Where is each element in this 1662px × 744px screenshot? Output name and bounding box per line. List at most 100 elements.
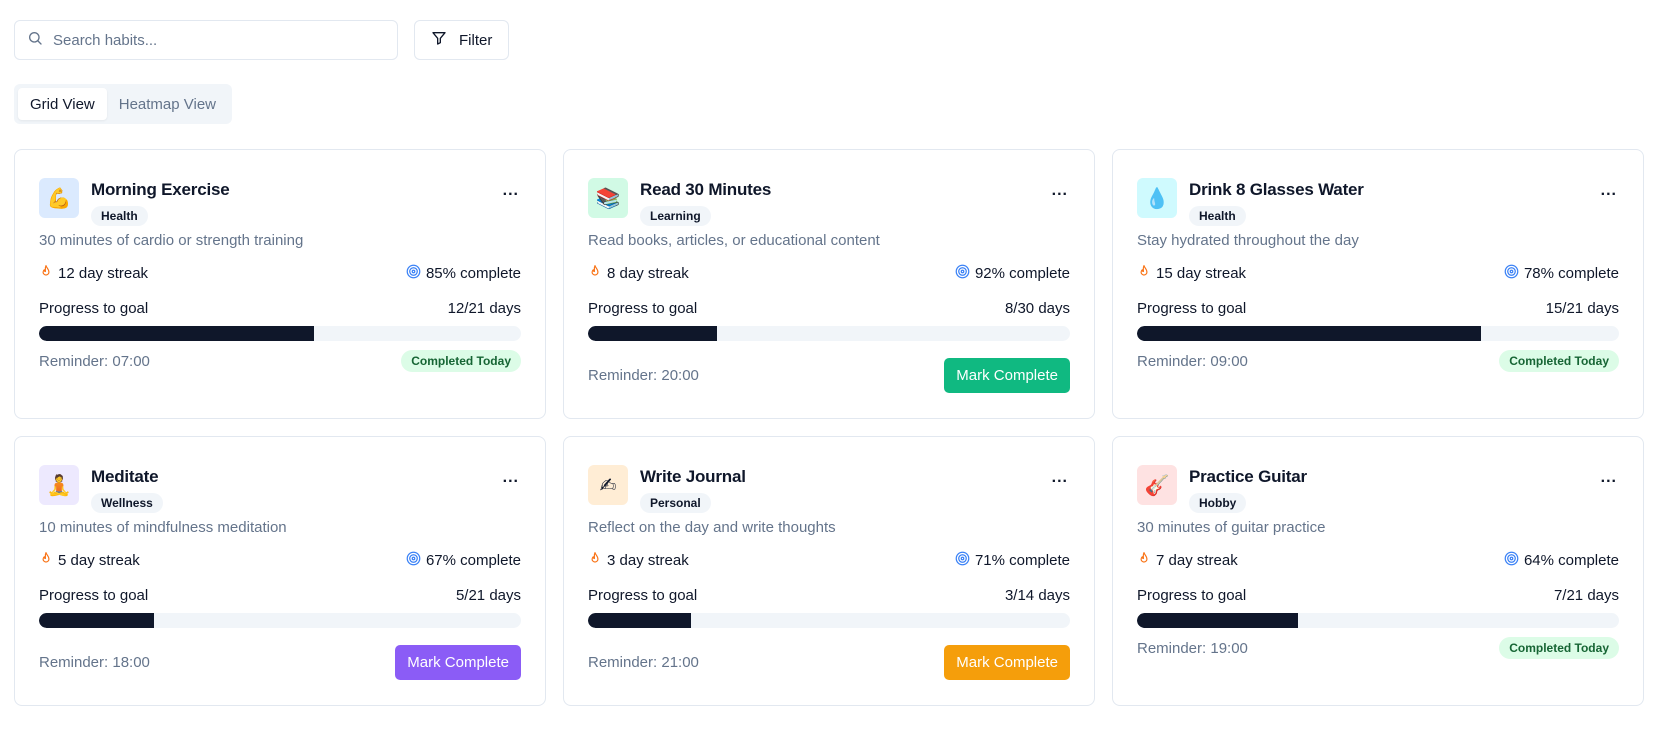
progress-label: Progress to goal [588, 300, 698, 317]
progress-label: Progress to goal [1137, 300, 1247, 317]
habit-description: Reflect on the day and write thoughts [588, 519, 836, 536]
completion-text: 64% complete [1523, 552, 1619, 569]
habit-title: Write Journal [640, 467, 746, 486]
progress-bar [588, 326, 1070, 341]
completion-text: 71% complete [974, 552, 1070, 569]
more-options-icon[interactable]: ... [1601, 469, 1617, 487]
habit-emoji-icon: 🎸 [1137, 465, 1177, 505]
habit-title: Meditate [91, 467, 159, 486]
completion-text: 67% complete [425, 552, 521, 569]
progress-days: 8/30 days [1004, 300, 1070, 317]
category-badge: Health [1189, 206, 1246, 226]
progress-label: Progress to goal [588, 587, 698, 604]
progress-days: 7/21 days [1553, 587, 1619, 604]
progress-fill [1137, 326, 1482, 341]
habit-title: Read 30 Minutes [640, 180, 772, 199]
reminder-text: Reminder: 09:00 [1137, 352, 1248, 370]
more-options-icon[interactable]: ... [503, 182, 519, 200]
habit-header: 💧 Drink 8 Glasses Water Health [1137, 178, 1364, 226]
habit-footer: Reminder: 07:00 Completed Today [39, 350, 521, 372]
habit-emoji-icon: 🧘 [39, 465, 79, 505]
progress-bar [39, 326, 521, 341]
habit-grid: 💪 Morning Exercise Health ... 30 minutes… [14, 149, 1644, 706]
streak-text: 15 day streak [1156, 265, 1247, 282]
search-icon [27, 30, 43, 51]
habit-description: Read books, articles, or educational con… [588, 232, 880, 249]
flame-icon [1137, 551, 1151, 570]
progress-bar [1137, 326, 1619, 341]
filter-icon [431, 30, 447, 50]
progress-bar [588, 613, 1070, 628]
target-icon [406, 264, 421, 283]
flame-icon [588, 551, 602, 570]
reminder-text: Reminder: 07:00 [39, 352, 150, 370]
progress-label: Progress to goal [39, 300, 149, 317]
habit-description: 30 minutes of cardio or strength trainin… [39, 232, 304, 249]
habit-stats: 8 day streak 92% complete [588, 264, 1070, 283]
mark-complete-button[interactable]: Mark Complete [944, 645, 1070, 680]
habit-description: 10 minutes of mindfulness meditation [39, 519, 287, 536]
habit-emoji-icon: 💧 [1137, 178, 1177, 218]
habit-emoji-icon: 💪 [39, 178, 79, 218]
flame-icon [588, 264, 602, 283]
more-options-icon[interactable]: ... [1601, 182, 1617, 200]
more-options-icon[interactable]: ... [1052, 182, 1068, 200]
progress-fill [588, 326, 717, 341]
target-icon [1504, 551, 1519, 570]
habit-stats: 3 day streak 71% complete [588, 551, 1070, 570]
target-icon [955, 551, 970, 570]
habit-emoji-icon: 📚 [588, 178, 628, 218]
habit-card: ✍ Write Journal Personal ... Reflect on … [563, 436, 1095, 706]
habit-title: Morning Exercise [91, 180, 230, 199]
target-icon [1504, 264, 1519, 283]
habit-footer: Reminder: 19:00 Completed Today [1137, 637, 1619, 659]
reminder-text: Reminder: 20:00 [588, 367, 699, 384]
flame-icon [1137, 264, 1151, 283]
habit-card: 📚 Read 30 Minutes Learning ... Read book… [563, 149, 1095, 419]
search-input[interactable] [53, 31, 385, 49]
category-badge: Wellness [91, 493, 163, 513]
streak-text: 5 day streak [58, 552, 140, 569]
habit-title: Practice Guitar [1189, 467, 1307, 486]
search-box[interactable] [14, 20, 398, 60]
habit-header: 📚 Read 30 Minutes Learning [588, 178, 771, 226]
mark-complete-button[interactable]: Mark Complete [395, 645, 521, 680]
habit-card: 🎸 Practice Guitar Hobby ... 30 minutes o… [1112, 436, 1644, 706]
completion-text: 85% complete [425, 265, 521, 282]
category-badge: Health [91, 206, 148, 226]
category-badge: Learning [640, 206, 711, 226]
habit-footer: Reminder: 18:00 Mark Complete [39, 645, 521, 680]
completed-today-badge: Completed Today [1499, 637, 1619, 659]
progress-label: Progress to goal [39, 587, 149, 604]
tab-heatmap-view[interactable]: Heatmap View [107, 88, 228, 120]
progress-bar [39, 613, 521, 628]
category-badge: Hobby [1189, 493, 1247, 513]
habit-stats: 12 day streak 85% complete [39, 264, 521, 283]
habit-header: ✍ Write Journal Personal [588, 465, 746, 513]
streak-text: 12 day streak [58, 265, 149, 282]
habit-header: 🎸 Practice Guitar Hobby [1137, 465, 1307, 513]
tab-grid-view[interactable]: Grid View [18, 88, 107, 120]
progress-days: 12/21 days [447, 300, 521, 317]
completion-text: 92% complete [974, 265, 1070, 282]
progress-days: 5/21 days [455, 587, 521, 604]
filter-button[interactable]: Filter [414, 20, 510, 60]
habit-stats: 15 day streak 78% complete [1137, 264, 1619, 283]
habit-description: Stay hydrated throughout the day [1137, 232, 1359, 249]
habit-card: 💪 Morning Exercise Health ... 30 minutes… [14, 149, 546, 419]
habit-footer: Reminder: 20:00 Mark Complete [588, 358, 1070, 393]
habit-footer: Reminder: 09:00 Completed Today [1137, 350, 1619, 372]
more-options-icon[interactable]: ... [1052, 469, 1068, 487]
progress-fill [39, 326, 315, 341]
reminder-text: Reminder: 21:00 [588, 654, 699, 671]
reminder-text: Reminder: 19:00 [1137, 639, 1248, 657]
habit-description: 30 minutes of guitar practice [1137, 519, 1326, 536]
more-options-icon[interactable]: ... [503, 469, 519, 487]
progress-days: 15/21 days [1545, 300, 1619, 317]
completed-today-badge: Completed Today [401, 350, 521, 372]
target-icon [955, 264, 970, 283]
habit-header: 🧘 Meditate Wellness [39, 465, 163, 513]
progress-days: 3/14 days [1004, 587, 1070, 604]
mark-complete-button[interactable]: Mark Complete [944, 358, 1070, 393]
progress-fill [39, 613, 154, 628]
